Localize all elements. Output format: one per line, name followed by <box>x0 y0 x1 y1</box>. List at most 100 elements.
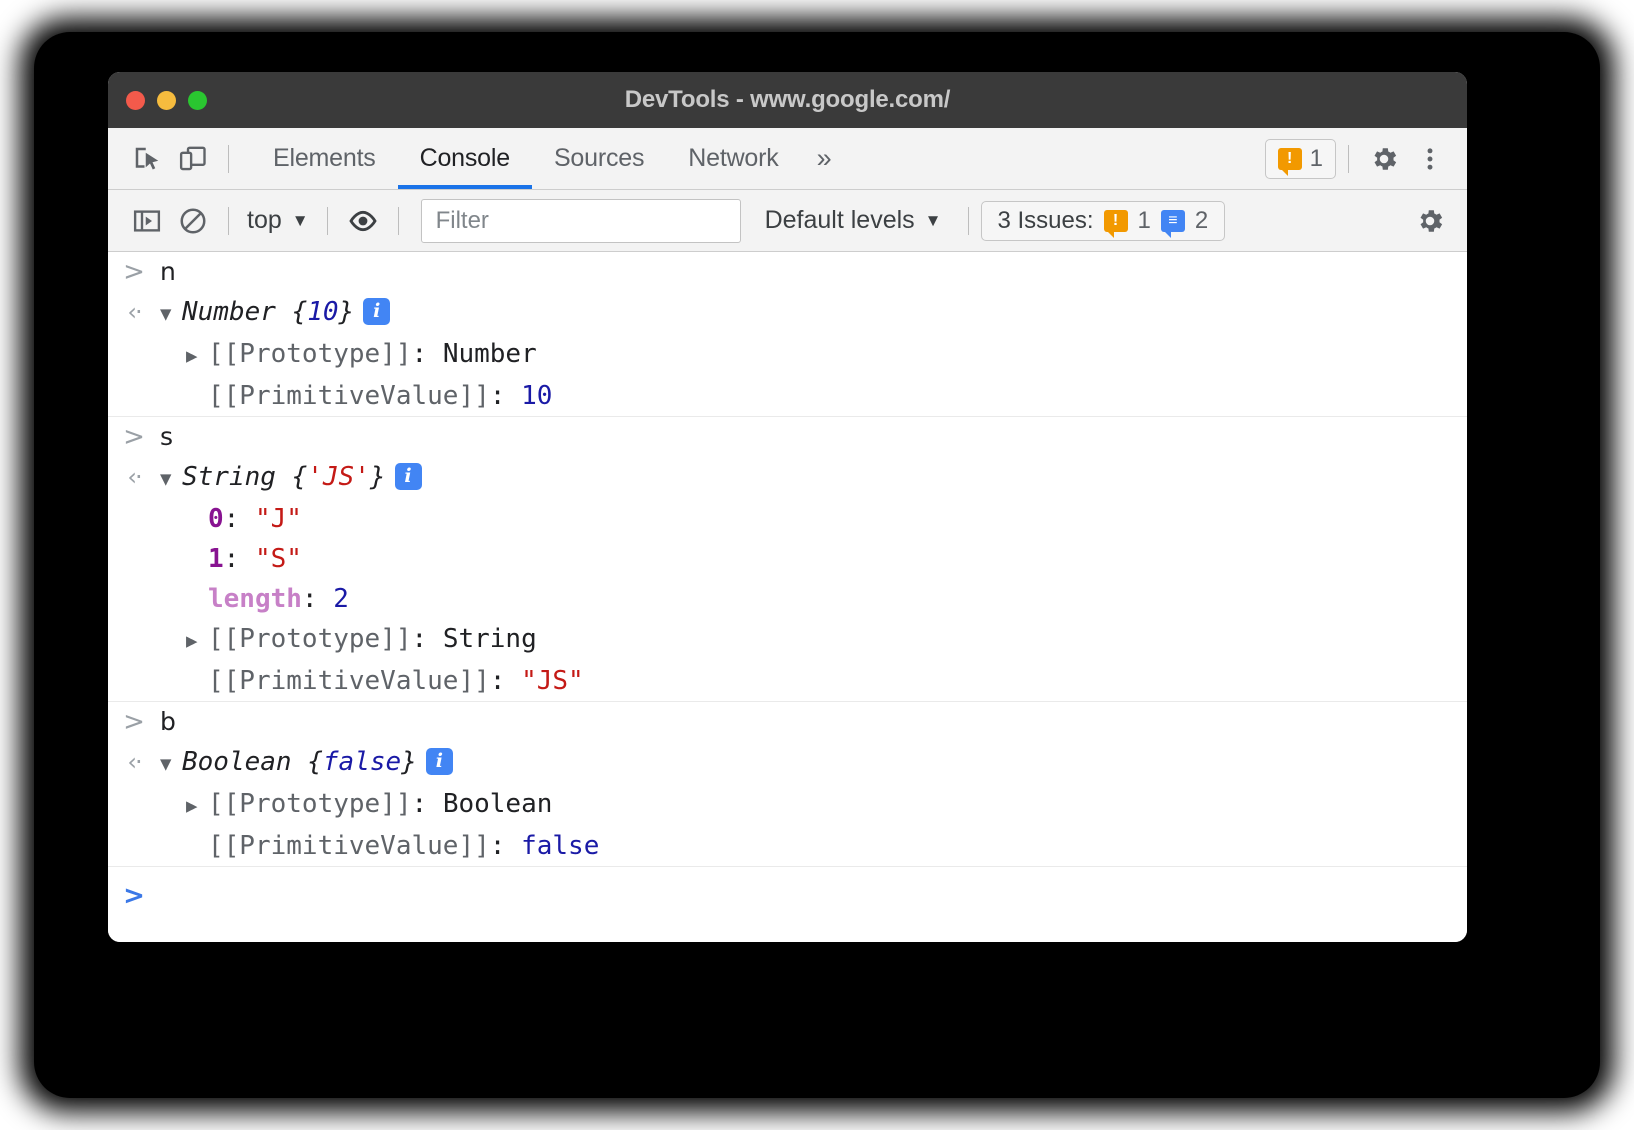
expand-toggle-icon[interactable] <box>186 787 208 825</box>
info-badge-icon[interactable]: i <box>363 298 390 325</box>
console-property-row[interactable]: length: 2 <box>108 579 1467 619</box>
warning-count: 1 <box>1310 145 1323 173</box>
devtools-tabbar: Elements Console Sources Network » ! 1 <box>108 128 1467 190</box>
info-badge-icon[interactable]: i <box>426 748 453 775</box>
console-group: >s‹·String {'JS'}i0: "J"1: "S"length: 2[… <box>108 417 1467 702</box>
clear-console-icon <box>178 206 208 236</box>
property-key: [[PrimitiveValue]] <box>208 381 490 411</box>
chevron-down-icon: ▼ <box>292 211 309 231</box>
issues-warning-count: 1 <box>1138 207 1151 235</box>
console-prompt-row[interactable]: > <box>108 867 1467 919</box>
tab-network[interactable]: Network <box>666 129 800 189</box>
input-prompt-icon: > <box>108 253 160 291</box>
inspect-element-icon <box>132 144 162 174</box>
console-property-row[interactable]: 0: "J" <box>108 499 1467 539</box>
console-group: >n‹·Number {10}i[[Prototype]]: Number[[P… <box>108 252 1467 417</box>
property-separator: : <box>490 381 521 411</box>
console-result-header[interactable]: String {'JS'}i <box>160 458 422 498</box>
console-property-row[interactable]: [[Prototype]]: Boolean <box>108 784 1467 826</box>
property-value: "S" <box>255 544 302 574</box>
live-expression-button[interactable] <box>340 198 386 244</box>
console-input-row[interactable]: >b <box>108 702 1467 742</box>
result-preview-value: 10 <box>307 297 338 327</box>
main-menu-button[interactable] <box>1407 136 1453 182</box>
console-result-header[interactable]: Boolean {false}i <box>160 743 453 783</box>
property-key: [[Prototype]] <box>208 624 412 654</box>
property-value: "JS" <box>521 666 584 696</box>
tabbar-warning-badge[interactable]: ! 1 <box>1265 139 1336 179</box>
result-brace-open: { <box>292 747 323 777</box>
property-value: "J" <box>255 504 302 534</box>
property-key: [[PrimitiveValue]] <box>208 666 490 696</box>
filter-placeholder: Filter <box>436 207 489 235</box>
tab-sources[interactable]: Sources <box>532 129 666 189</box>
info-badge-icon[interactable]: i <box>395 463 422 490</box>
log-levels-selector[interactable]: Default levels ▼ <box>751 206 956 235</box>
panel-tabs: Elements Console Sources Network » <box>251 129 848 189</box>
console-property-row[interactable]: [[Prototype]]: Number <box>108 334 1467 376</box>
chevron-down-icon-levels: ▼ <box>925 211 942 231</box>
console-result-row[interactable]: ‹·Boolean {false}i <box>108 742 1467 784</box>
console-property-row[interactable]: 1: "S" <box>108 539 1467 579</box>
expand-toggle-icon[interactable] <box>160 295 182 333</box>
issues-counter[interactable]: 3 Issues: ! 1 ≡ 2 <box>981 201 1226 241</box>
log-levels-label: Default levels <box>765 206 915 235</box>
property-content: [[Prototype]]: Boolean <box>160 785 552 825</box>
console-groups: >n‹·Number {10}i[[Prototype]]: Number[[P… <box>108 252 1467 867</box>
property-key: 0 <box>208 504 224 534</box>
result-return-icon: ‹· <box>108 743 160 781</box>
result-return-icon: ‹· <box>108 458 160 496</box>
console-sidebar-toggle[interactable] <box>124 198 170 244</box>
tab-console[interactable]: Console <box>398 129 532 189</box>
console-sidebar-icon <box>132 206 162 236</box>
property-content: [[PrimitiveValue]]: "JS" <box>160 662 584 700</box>
property-content: [[PrimitiveValue]]: 10 <box>160 377 552 415</box>
gear-icon-console <box>1414 205 1446 237</box>
property-value: Number <box>443 339 537 369</box>
device-toolbar-button[interactable] <box>170 136 216 182</box>
warning-glyph-issues: ! <box>1113 213 1118 229</box>
gear-icon <box>1368 143 1400 175</box>
console-result-header[interactable]: Number {10}i <box>160 293 390 333</box>
console-message-list[interactable]: >n‹·Number {10}i[[Prototype]]: Number[[P… <box>108 252 1467 942</box>
filter-input[interactable]: Filter <box>421 199 741 243</box>
more-tabs-icon[interactable]: » <box>801 145 848 172</box>
expand-toggle-icon[interactable] <box>160 745 182 783</box>
console-property-row[interactable]: [[PrimitiveValue]]: false <box>108 826 1467 866</box>
console-group: >b‹·Boolean {false}i[[Prototype]]: Boole… <box>108 702 1467 867</box>
clear-console-button[interactable] <box>170 198 216 244</box>
devtools-window: DevTools - www.google.com/ <box>108 72 1467 942</box>
result-brace-open: { <box>276 462 307 492</box>
console-settings-button[interactable] <box>1407 198 1453 244</box>
console-result-row[interactable]: ‹·Number {10}i <box>108 292 1467 334</box>
console-property-row[interactable]: [[PrimitiveValue]]: "JS" <box>108 661 1467 701</box>
console-property-row[interactable]: [[Prototype]]: String <box>108 619 1467 661</box>
warning-bubble-icon: ! <box>1278 148 1302 170</box>
execution-context-label: top <box>247 206 282 235</box>
result-brace-open: { <box>276 297 307 327</box>
console-input-row[interactable]: >n <box>108 252 1467 292</box>
property-content: [[Prototype]]: String <box>160 620 537 660</box>
result-preview-value: false <box>323 747 401 777</box>
inspect-element-button[interactable] <box>124 136 170 182</box>
input-prompt-icon: > <box>108 418 160 456</box>
settings-button[interactable] <box>1361 136 1407 182</box>
property-value: false <box>521 831 599 861</box>
property-separator: : <box>412 339 443 369</box>
expand-toggle-icon[interactable] <box>186 337 208 375</box>
tab-elements[interactable]: Elements <box>251 129 398 189</box>
console-input-text: s <box>160 418 173 456</box>
property-key: length <box>208 584 302 614</box>
execution-context-selector[interactable]: top ▼ <box>241 206 315 235</box>
console-input-row[interactable]: >s <box>108 417 1467 457</box>
tabbar-divider-right <box>1348 145 1349 173</box>
console-result-row[interactable]: ‹·String {'JS'}i <box>108 457 1467 499</box>
console-property-row[interactable]: [[PrimitiveValue]]: 10 <box>108 376 1467 416</box>
screenshot-root: DevTools - www.google.com/ <box>0 0 1634 1130</box>
expand-toggle-icon[interactable] <box>160 460 182 498</box>
property-content: [[PrimitiveValue]]: false <box>160 827 599 865</box>
property-key: [[PrimitiveValue]] <box>208 831 490 861</box>
expand-toggle-icon[interactable] <box>186 622 208 660</box>
result-return-icon: ‹· <box>108 293 160 331</box>
console-toolbar-divider-2 <box>327 207 328 235</box>
